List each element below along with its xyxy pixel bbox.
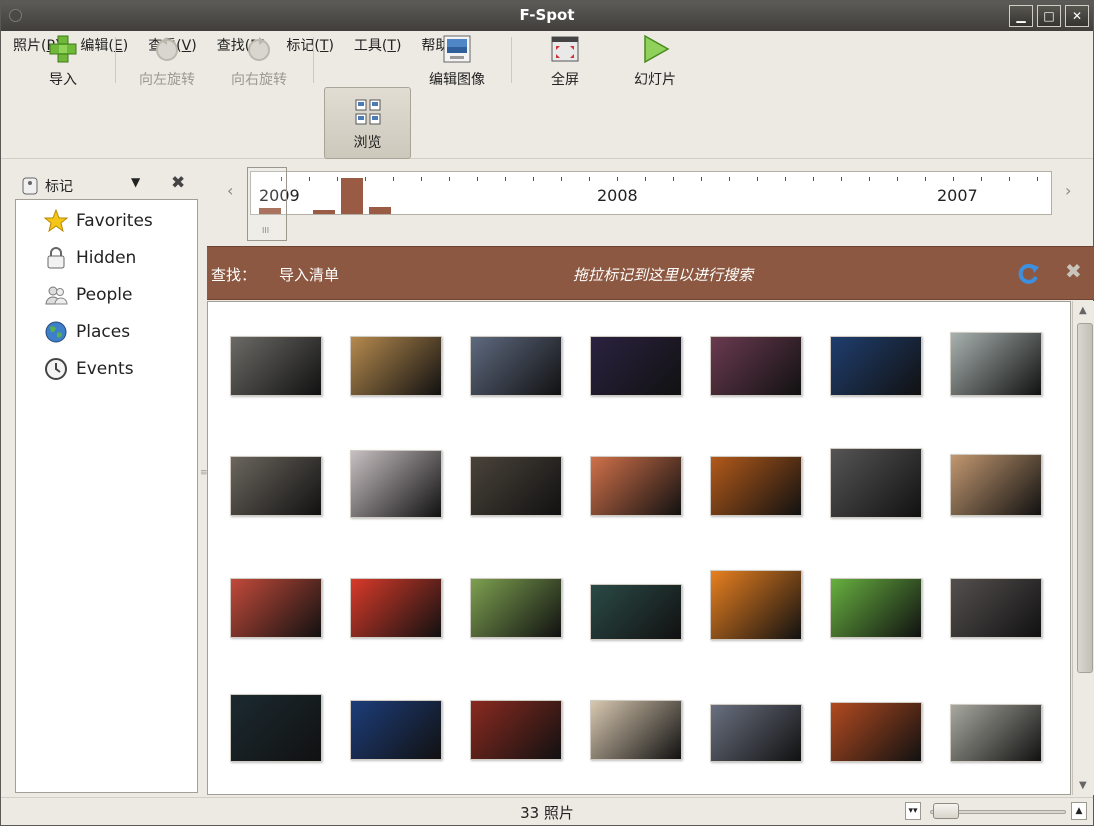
photo-thumbnail[interactable]	[710, 456, 802, 516]
browse-grid-icon	[355, 99, 380, 125]
rotate-right-icon	[248, 37, 270, 61]
timeline-year: 2007	[937, 186, 978, 205]
rotate-right-button[interactable]: 向右旋转	[219, 25, 299, 97]
tag-places[interactable]: Places	[44, 317, 130, 347]
clear-find-icon[interactable]: ✖	[1065, 259, 1082, 283]
photo-thumbnail[interactable]	[590, 700, 682, 760]
zoom-out-icon[interactable]: ▾▾	[905, 802, 921, 820]
photo-thumbnail[interactable]	[230, 578, 322, 638]
timeline-next-icon[interactable]: ›	[1065, 181, 1071, 200]
scroll-down-icon[interactable]: ▼	[1079, 780, 1087, 791]
timeline-selection-handle[interactable]: III	[247, 167, 287, 241]
chevron-down-icon[interactable]: ▼	[131, 175, 140, 189]
photo-thumbnail[interactable]	[590, 456, 682, 516]
close-icon[interactable]: ✖	[171, 173, 185, 193]
tag-people[interactable]: People	[44, 280, 132, 310]
find-query[interactable]: 导入清单	[279, 264, 339, 285]
people-icon	[45, 286, 68, 305]
fullscreen-button[interactable]: 全屏	[525, 25, 605, 97]
import-button[interactable]: 导入	[23, 25, 103, 97]
minimize-button[interactable]: ▁	[1009, 5, 1033, 27]
photo-thumbnail[interactable]	[830, 702, 922, 762]
photo-thumbnail[interactable]	[590, 584, 682, 640]
tag-hidden[interactable]: Hidden	[44, 243, 136, 273]
photo-thumbnail[interactable]	[830, 448, 922, 518]
scroll-up-icon[interactable]: ▲	[1079, 305, 1087, 316]
photo-thumbnail[interactable]	[710, 704, 802, 762]
zoom-slider-knob[interactable]	[933, 803, 959, 819]
refresh-icon[interactable]	[1015, 261, 1041, 287]
tag-list: Favorites Hidden People Places Events	[15, 199, 198, 793]
photo-thumbnail[interactable]	[710, 570, 802, 640]
photo-thumbnail[interactable]	[710, 336, 802, 396]
star-icon	[44, 209, 68, 233]
photo-thumbnail[interactable]	[230, 694, 322, 762]
photo-thumbnail[interactable]	[950, 454, 1042, 516]
timeline-prev-icon[interactable]: ‹	[227, 181, 233, 200]
photo-thumbnail[interactable]	[830, 336, 922, 396]
status-bar: 33 照片 ▾▾ ▲	[1, 797, 1093, 825]
timeline[interactable]: 2009 2008 2007	[250, 171, 1052, 215]
photo-thumbnail[interactable]	[470, 336, 562, 396]
lock-icon	[47, 247, 65, 269]
photo-thumbnail[interactable]	[230, 336, 322, 396]
globe-icon	[45, 321, 67, 343]
edit-image-icon	[443, 35, 471, 63]
maximize-button[interactable]: □	[1037, 5, 1061, 27]
edit-image-button[interactable]: 编辑图像	[417, 25, 497, 97]
timeline-year: 2008	[597, 186, 638, 205]
timeline-bar	[369, 207, 391, 214]
close-button[interactable]: ✕	[1065, 5, 1089, 27]
photo-thumbnail[interactable]	[350, 450, 442, 518]
photo-thumbnail[interactable]	[350, 578, 442, 638]
zoom-in-icon[interactable]: ▲	[1071, 802, 1087, 820]
scrollbar-thumb[interactable]	[1077, 323, 1093, 673]
window-title: F-Spot	[519, 6, 575, 24]
photo-thumbnail[interactable]	[350, 336, 442, 396]
tag-favorites[interactable]: Favorites	[44, 206, 153, 236]
tag-icon	[22, 177, 38, 195]
photo-thumbnail[interactable]	[230, 456, 322, 516]
tags-header: 标记 ▼ ✖	[21, 173, 193, 199]
timeline-bar	[341, 178, 363, 214]
find-label: 查找：	[211, 266, 257, 284]
photo-thumbnail[interactable]	[350, 700, 442, 760]
rotate-left-icon	[156, 37, 178, 61]
photo-thumbnail[interactable]	[470, 578, 562, 638]
photo-thumbnail[interactable]	[950, 332, 1042, 396]
slideshow-button[interactable]: 幻灯片	[615, 25, 695, 97]
find-hint: 拖拉标记到这里以进行搜索	[573, 266, 754, 284]
tag-events[interactable]: Events	[44, 354, 134, 384]
photo-thumbnail[interactable]	[590, 336, 682, 396]
menu-tools[interactable]: 工具(T)	[354, 35, 402, 55]
play-icon	[644, 34, 670, 64]
fullscreen-icon	[551, 36, 579, 62]
vertical-scrollbar[interactable]: ▲ ▼	[1072, 301, 1094, 795]
photo-thumbnail[interactable]	[470, 700, 562, 760]
app-window: F-Spot ▁ □ ✕ 照片(P) 编辑(E) 查看(V) 查找(D) 标记(…	[0, 0, 1094, 826]
clock-icon	[45, 358, 67, 380]
pane-resize-handle[interactable]: ≡	[200, 469, 208, 485]
photo-thumbnail[interactable]	[950, 704, 1042, 762]
rotate-left-button[interactable]: 向左旋转	[127, 25, 207, 97]
photo-grid	[207, 301, 1071, 795]
photo-thumbnail[interactable]	[470, 456, 562, 516]
photo-thumbnail[interactable]	[830, 578, 922, 638]
plus-icon	[49, 35, 77, 63]
find-bar[interactable]: 查找： 导入清单 拖拉标记到这里以进行搜索 ✖	[207, 246, 1094, 300]
browse-button[interactable]: 浏览	[324, 87, 411, 159]
timeline-bar	[313, 210, 335, 214]
photo-thumbnail[interactable]	[950, 578, 1042, 638]
